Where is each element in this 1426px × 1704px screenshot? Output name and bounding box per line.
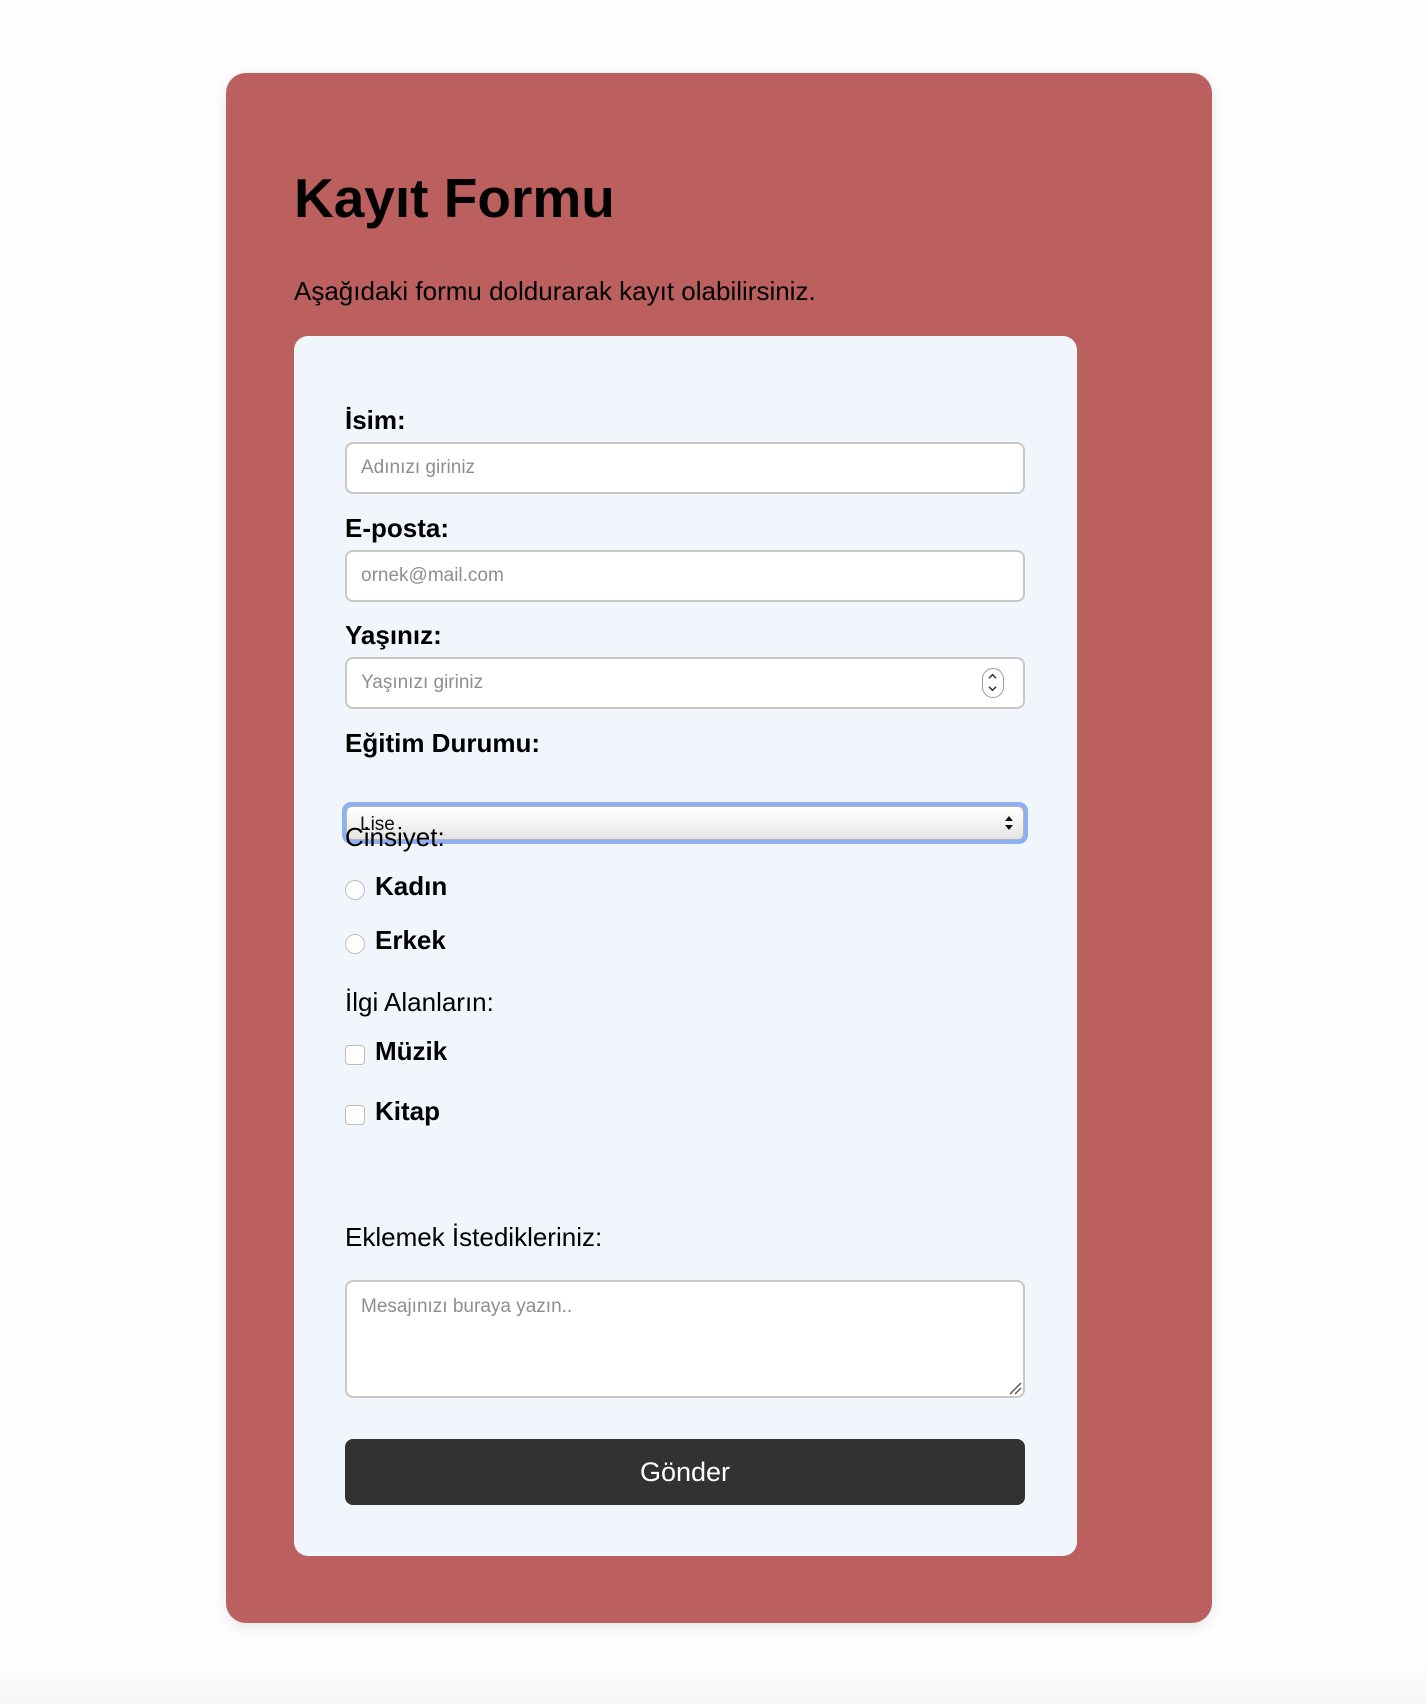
message-label: Eklemek İstedikleriniz: <box>345 1222 603 1252</box>
arrow-up-icon[interactable] <box>988 672 997 681</box>
radio-button[interactable] <box>345 880 365 900</box>
interest-option-music[interactable]: Müzik <box>345 1036 447 1066</box>
interest-option-label[interactable]: Kitap <box>375 1098 440 1124</box>
name-input[interactable] <box>345 442 1025 494</box>
checkbox[interactable] <box>345 1105 365 1125</box>
age-stepper[interactable] <box>982 668 1004 698</box>
gender-option-female[interactable]: Kadın <box>345 871 447 901</box>
education-select-control[interactable]: Lise <box>346 806 1024 840</box>
select-arrows-icon <box>1005 816 1013 830</box>
gender-option-label[interactable]: Kadın <box>375 873 447 899</box>
radio-button[interactable] <box>345 934 365 954</box>
registration-card: Kayıt Formu Aşağıdaki formu doldurarak k… <box>226 73 1212 1623</box>
age-label: Yaşınız: <box>345 620 442 650</box>
gender-option-male[interactable]: Erkek <box>345 925 446 955</box>
page-title: Kayıt Formu <box>294 167 615 229</box>
education-select[interactable]: Lise <box>342 802 1028 844</box>
education-label: Eğitim Durumu: <box>345 728 540 758</box>
gender-option-label[interactable]: Erkek <box>375 927 446 953</box>
page-bottom-shade <box>0 1660 1426 1704</box>
resize-grip-icon[interactable] <box>1008 1381 1022 1395</box>
email-input[interactable] <box>345 550 1025 602</box>
page-subtitle: Aşağıdaki formu doldurarak kayıt olabili… <box>294 276 816 306</box>
checkbox[interactable] <box>345 1045 365 1065</box>
submit-button[interactable]: Gönder <box>345 1439 1025 1505</box>
email-label: E-posta: <box>345 513 449 543</box>
arrow-down-icon[interactable] <box>988 684 997 693</box>
message-textarea[interactable] <box>345 1280 1025 1398</box>
interest-option-books[interactable]: Kitap <box>345 1096 440 1126</box>
registration-form: İsim: E-posta: Yaşınız: Eğitim Durumu: L… <box>294 336 1077 1556</box>
age-input[interactable] <box>345 657 1025 709</box>
interests-label: İlgi Alanların: <box>345 987 494 1017</box>
gender-label: Cinsiyet: <box>345 822 445 852</box>
interest-option-label[interactable]: Müzik <box>375 1038 447 1064</box>
name-label: İsim: <box>345 405 406 435</box>
